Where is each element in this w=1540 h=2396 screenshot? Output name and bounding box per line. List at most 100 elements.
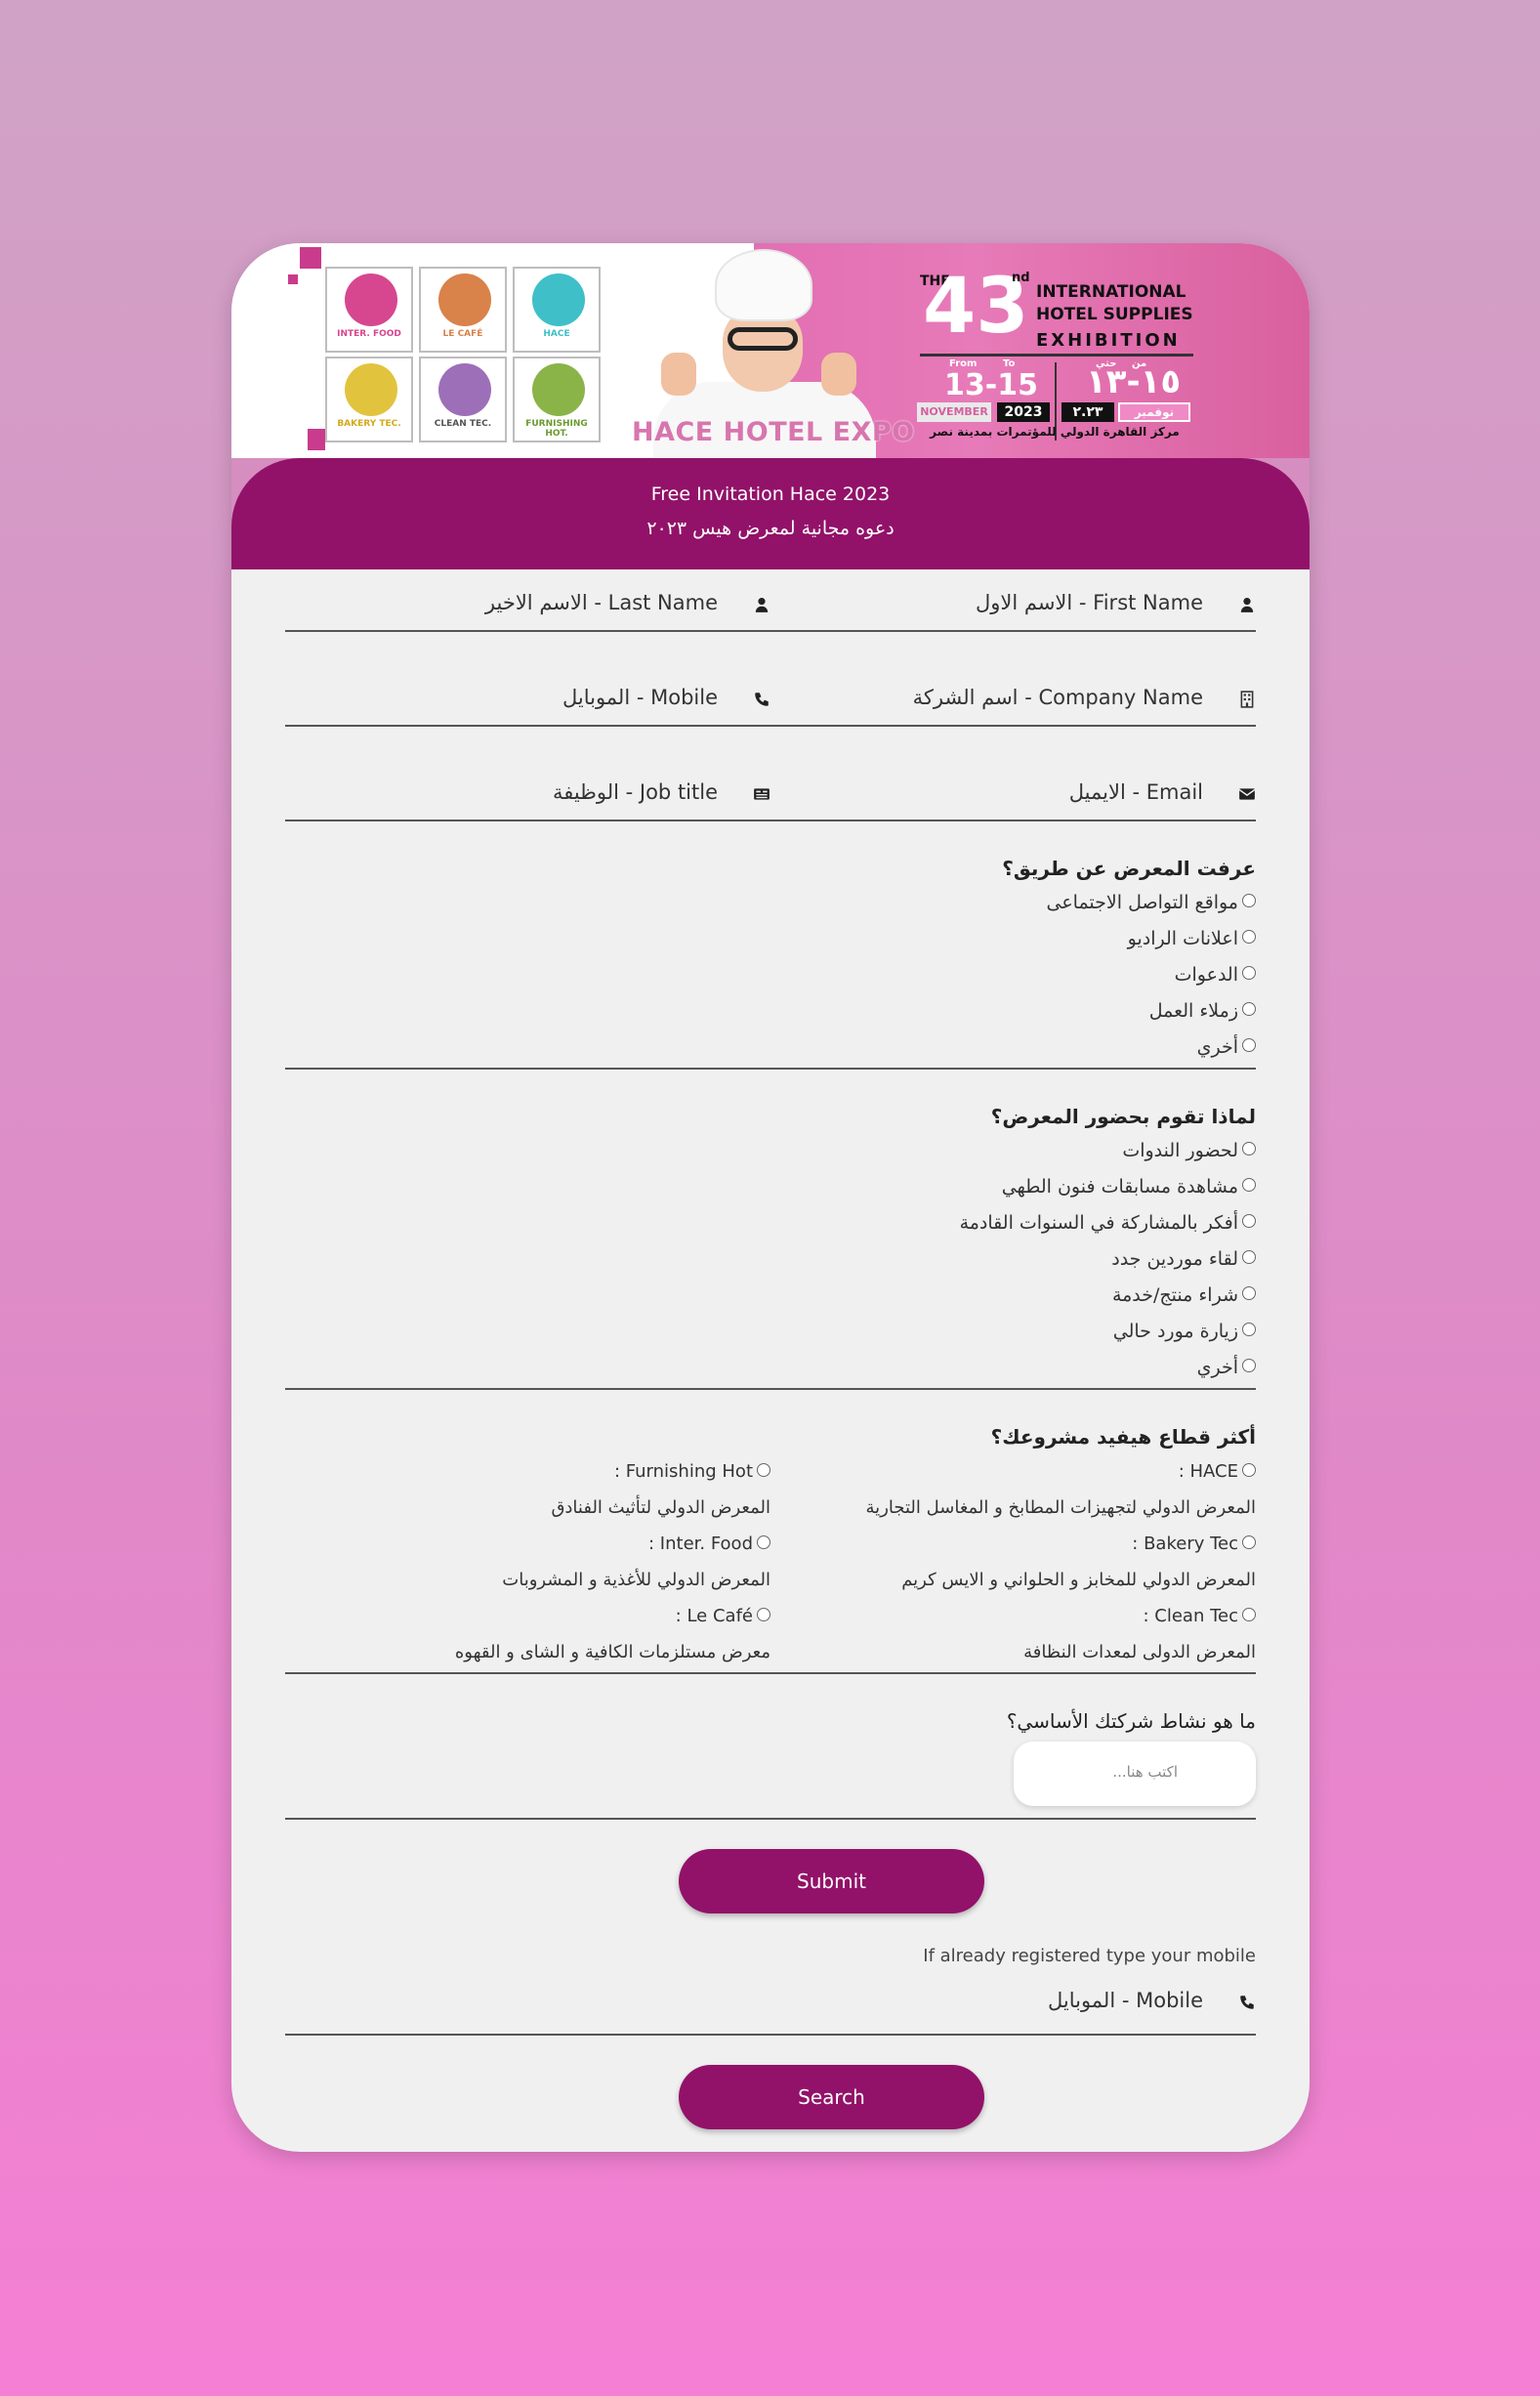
radio-option[interactable]: الدعوات	[1175, 964, 1256, 989]
sector-name: Inter. Food :	[648, 1534, 753, 1554]
radio-button[interactable]	[757, 1608, 770, 1621]
search-button[interactable]: Search	[679, 2065, 984, 2129]
email-field[interactable]: Email - الايميل	[770, 773, 1256, 814]
sector-name: Le Café :	[675, 1606, 753, 1626]
user-icon	[1240, 598, 1254, 612]
radio-option[interactable]: مواقع التواصل الاجتماعى	[1046, 892, 1256, 917]
building-icon	[1240, 691, 1254, 708]
radio-button[interactable]	[1242, 1142, 1256, 1156]
field-underline	[285, 630, 1256, 632]
radio-option[interactable]: لقاء موردين جدد	[1111, 1248, 1256, 1274]
first-name-label: First Name - الاسم الاول	[975, 591, 1203, 614]
logo-bakery-tec: BAKERY TEC.	[325, 357, 413, 442]
banner-month-en: NOVEMBER	[917, 402, 991, 422]
banner-year-en: 2023	[997, 402, 1050, 422]
last-name-field[interactable]: Last Name - الاسم الاخير	[285, 583, 770, 624]
company-field[interactable]: Company Name - اسم الشركة	[770, 678, 1256, 719]
banner-venue: مركز القاهرة الدولي للمؤتمرات بمدينة نصر	[930, 425, 1180, 439]
mobile-label: Mobile - الموبايل	[562, 686, 718, 709]
radio-button[interactable]	[1242, 1535, 1256, 1549]
radio-button[interactable]	[1242, 1608, 1256, 1621]
question-source-title: عرفت المعرض عن طريق؟	[1002, 857, 1256, 880]
field-underline	[285, 2034, 1256, 2036]
registered-note: If already registered type your mobile	[923, 1946, 1256, 1966]
sector-name: Bakery Tec :	[1132, 1534, 1238, 1554]
phone-icon	[755, 693, 769, 706]
form-header: Free Invitation Hace 2023 دعوه مجانية لم…	[231, 458, 1310, 569]
banner-title-line1: INTERNATIONAL	[1036, 282, 1186, 302]
submit-button[interactable]: Submit	[679, 1849, 984, 1913]
job-title-label: Job title - الوظيفة	[552, 780, 718, 804]
radio-option[interactable]: أفكر بالمشاركة في السنوات القادمة	[960, 1212, 1256, 1238]
form-header-bar: Free Invitation Hace 2023 دعوه مجانية لم…	[231, 458, 1310, 569]
radio-button[interactable]	[1242, 1178, 1256, 1192]
option-label: مشاهدة مسابقات فنون الطهي	[1001, 1176, 1238, 1198]
radio-button[interactable]	[1242, 1038, 1256, 1052]
envelope-icon	[1238, 788, 1256, 800]
first-name-field[interactable]: First Name - الاسم الاول	[770, 583, 1256, 624]
banner-edition-suffix: nd	[1012, 271, 1030, 285]
option-label: زيارة مورد حالي	[1112, 1321, 1238, 1342]
radio-button[interactable]	[1242, 966, 1256, 980]
radio-option[interactable]: زيارة مورد حالي	[1113, 1321, 1256, 1346]
radio-button[interactable]	[1242, 1214, 1256, 1228]
banner-title-line2: HOTEL SUPPLIES	[1036, 305, 1193, 324]
question-activity-title: ما هو نشاط شركتك الأساسي؟	[1006, 1709, 1256, 1733]
radio-button[interactable]	[1242, 1463, 1256, 1477]
field-underline	[285, 820, 1256, 821]
radio-option[interactable]: زملاء العمل	[1149, 1000, 1256, 1026]
activity-textarea-box[interactable]: اكتب هنا...	[1014, 1742, 1256, 1806]
radio-option[interactable]: أخري	[1197, 1036, 1256, 1062]
banner-title-line3: EXHIBITION	[1036, 330, 1181, 351]
phone-icon	[1240, 1996, 1254, 2009]
search-mobile-field[interactable]: Mobile - الموبايل	[770, 1981, 1256, 2022]
option-label: اعلانات الراديو	[1127, 928, 1238, 949]
banner-dates-en: 13-15	[944, 368, 1038, 402]
option-label: مواقع التواصل الاجتماعى	[1046, 892, 1238, 913]
expo-name: HACE HOTEL EXPO	[632, 417, 915, 447]
radio-option[interactable]: لحضور الندوات	[1122, 1140, 1256, 1165]
logo-hace: HACE	[513, 267, 601, 353]
option-label: أفكر بالمشاركة في السنوات القادمة	[959, 1212, 1238, 1234]
company-label: Company Name - اسم الشركة	[912, 686, 1203, 709]
email-label: Email - الايميل	[1068, 780, 1203, 804]
radio-button[interactable]	[1242, 1323, 1256, 1336]
banner-dates-ar: ١٥-١٣	[1086, 362, 1182, 401]
option-label: لقاء موردين جدد	[1111, 1248, 1238, 1270]
sector-desc: المعرض الدولي للأغذية و المشروبات	[502, 1570, 770, 1590]
radio-button[interactable]	[1242, 894, 1256, 907]
radio-button[interactable]	[757, 1535, 770, 1549]
sector-option-inter-food[interactable]: Inter. Food :	[648, 1534, 770, 1554]
logo-le-cafe: LE CAFÉ	[419, 267, 507, 353]
sector-desc: معرض مستلزمات الكافية و الشاى و القهوه	[454, 1642, 770, 1662]
decor-square	[288, 274, 298, 284]
sector-option-bakery[interactable]: Bakery Tec :	[1132, 1534, 1256, 1554]
radio-button[interactable]	[1242, 930, 1256, 944]
sector-option-hace[interactable]: HACE :	[1179, 1461, 1256, 1482]
sector-desc: المعرض الدولي لتجهيزات المطابخ و المغاسل…	[865, 1497, 1256, 1518]
option-label: شراء منتج/خدمة	[1111, 1284, 1238, 1306]
event-banner: INTER. FOOD LE CAFÉ HACE BAKERY TEC. CLE…	[231, 243, 1310, 458]
sector-option-clean[interactable]: Clean Tec :	[1143, 1606, 1256, 1626]
radio-button[interactable]	[1242, 1002, 1256, 1016]
option-label: الدعوات	[1174, 964, 1238, 986]
radio-option[interactable]: اعلانات الراديو	[1128, 928, 1256, 953]
job-title-field[interactable]: Job title - الوظيفة	[285, 773, 770, 814]
invitation-card: INTER. FOOD LE CAFÉ HACE BAKERY TEC. CLE…	[231, 243, 1310, 2152]
mobile-field[interactable]: Mobile - الموبايل	[285, 678, 770, 719]
radio-button[interactable]	[757, 1463, 770, 1477]
sector-name: Clean Tec :	[1143, 1606, 1238, 1626]
option-label: لحضور الندوات	[1122, 1140, 1238, 1161]
radio-option[interactable]: شراء منتج/خدمة	[1112, 1284, 1256, 1310]
section-divider	[285, 1068, 1256, 1070]
radio-button[interactable]	[1242, 1250, 1256, 1264]
page-title: Free Invitation Hace 2023	[650, 483, 891, 505]
activity-textarea[interactable]: اكتب هنا...	[1014, 1742, 1256, 1806]
last-name-label: Last Name - الاسم الاخير	[484, 591, 718, 614]
sector-option-furnishing[interactable]: Furnishing Hot :	[614, 1461, 770, 1482]
radio-option[interactable]: أخري	[1197, 1357, 1256, 1382]
sector-option-le-cafe[interactable]: Le Café :	[676, 1606, 770, 1626]
radio-button[interactable]	[1242, 1286, 1256, 1300]
radio-button[interactable]	[1242, 1359, 1256, 1372]
radio-option[interactable]: مشاهدة مسابقات فنون الطهي	[1002, 1176, 1256, 1201]
